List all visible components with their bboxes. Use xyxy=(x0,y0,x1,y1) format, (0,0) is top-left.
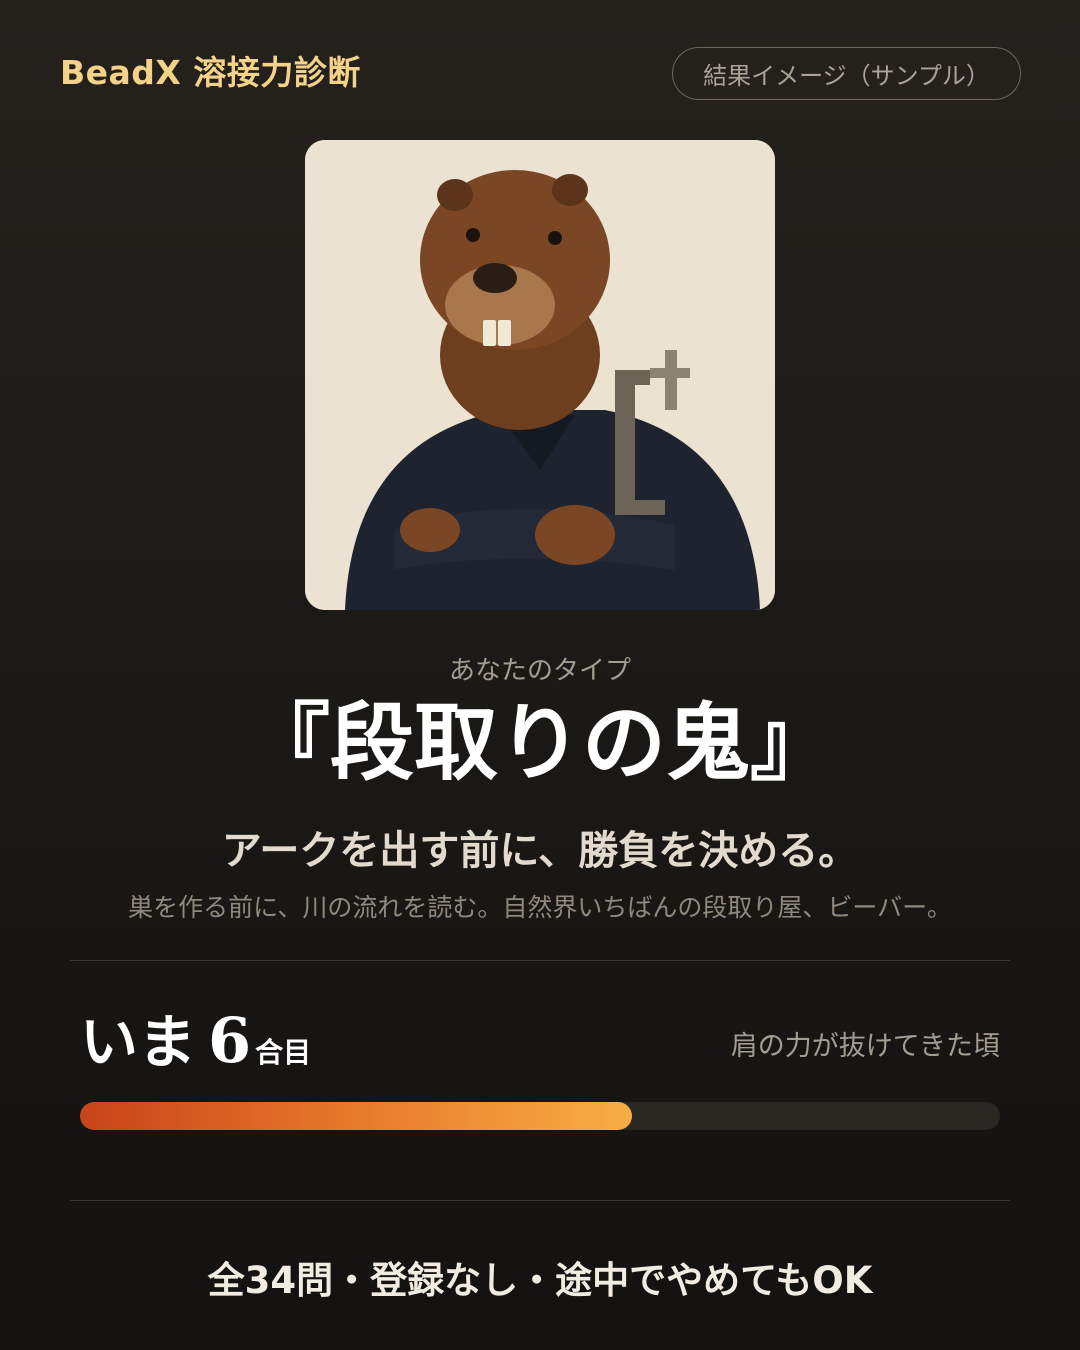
level-indicator: いま 6 合目 xyxy=(80,995,311,1079)
divider-bottom xyxy=(70,1200,1010,1201)
footer-note: 全34問・登録なし・途中でやめてもOK xyxy=(207,1259,873,1302)
sample-badge: 結果イメージ（サンプル） xyxy=(672,47,1021,100)
level-prefix: いま xyxy=(80,1008,197,1076)
app-brand: BeadX 溶接力診断 xyxy=(60,53,361,92)
type-description: 巣を作る前に、川の流れを読む。自然界いちばんの段取り屋、ビーバー。 xyxy=(128,893,952,922)
type-label: あなたのタイプ xyxy=(448,656,631,686)
level-unit: 合目 xyxy=(255,1036,312,1069)
divider-top xyxy=(70,960,1010,961)
level-progress-bar xyxy=(80,1102,1000,1130)
type-portrait-image xyxy=(305,140,775,610)
beaver-illustration-icon xyxy=(305,140,775,610)
type-name: 『段取りの鬼』 xyxy=(245,693,834,792)
level-number: 6 xyxy=(208,1004,252,1077)
level-progress-fill xyxy=(80,1102,632,1130)
level-caption: 肩の力が抜けてきた頃 xyxy=(730,1031,1000,1062)
type-tagline: アークを出す前に、勝負を決める。 xyxy=(221,828,859,874)
